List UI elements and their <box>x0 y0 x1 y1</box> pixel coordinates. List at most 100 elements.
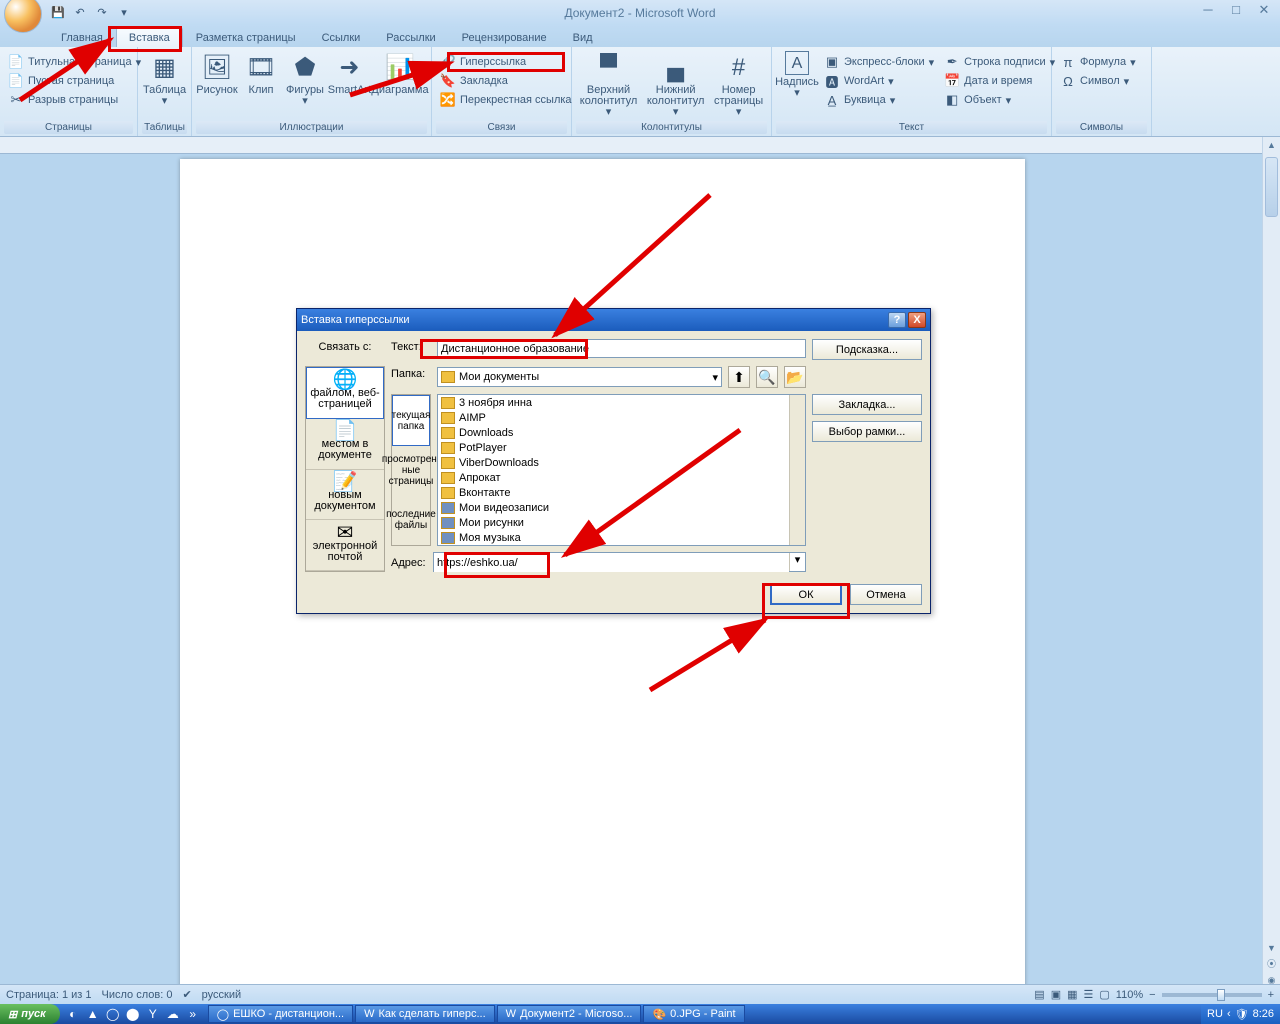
cover-page-button[interactable]: 📄Титульная страница ▾ <box>4 53 145 71</box>
scroll-thumb[interactable] <box>1265 157 1278 217</box>
list-item[interactable]: Мои рисунки <box>438 515 805 530</box>
view-outline-icon[interactable]: ☰ <box>1084 988 1094 1001</box>
display-text-input[interactable] <box>437 339 806 358</box>
file-list[interactable]: 3 ноября инна AIMP Downloads PotPlayer V… <box>437 394 806 546</box>
clip-button[interactable]: 🎞Клип <box>240 49 282 98</box>
cancel-button[interactable]: Отмена <box>850 584 922 605</box>
ql-icon[interactable]: ⬤ <box>124 1006 142 1022</box>
table-button[interactable]: ▦Таблица▾ <box>142 49 187 109</box>
list-item[interactable]: ViberDownloads <box>438 455 805 470</box>
view-fullscreen-icon[interactable]: ▣ <box>1051 988 1061 1001</box>
scroll-up-icon[interactable]: ▲ <box>1263 137 1280 153</box>
minimize-button[interactable]: ─ <box>1198 2 1218 18</box>
list-item[interactable]: AIMP <box>438 410 805 425</box>
zoom-in-button[interactable]: + <box>1268 989 1274 1001</box>
ql-icon[interactable]: ☁ <box>164 1006 182 1022</box>
smartart-button[interactable]: ➜SmartArt <box>328 49 371 98</box>
tab-mailings[interactable]: Рассылки <box>373 27 448 47</box>
tab-page-layout[interactable]: Разметка страницы <box>183 27 309 47</box>
maximize-button[interactable]: □ <box>1226 2 1246 18</box>
zoom-slider[interactable] <box>1162 993 1262 997</box>
tray-icon[interactable]: ‹ <box>1227 1008 1231 1020</box>
list-item[interactable]: PotPlayer <box>438 440 805 455</box>
crossref-button[interactable]: 🔀Перекрестная ссылка <box>436 91 576 109</box>
list-item[interactable]: Апрокат <box>438 470 805 485</box>
browse-current-folder[interactable]: текущая папка <box>392 395 430 446</box>
folder-combobox[interactable]: Мои документы▾ <box>437 367 722 387</box>
textbox-button[interactable]: AНадпись▾ <box>776 49 818 101</box>
dialog-help-button[interactable]: ? <box>888 312 906 328</box>
list-item[interactable]: Вконтакте <box>438 485 805 500</box>
signature-line-button[interactable]: ✒Строка подписи ▾ <box>940 53 1059 71</box>
shapes-button[interactable]: ⬟Фигуры▾ <box>284 49 326 109</box>
object-button[interactable]: ◧Объект ▾ <box>940 91 1059 109</box>
zoom-thumb[interactable] <box>1217 989 1225 1001</box>
footer-button[interactable]: ▄Нижний колонтитул▾ <box>643 49 708 120</box>
up-folder-button[interactable]: ⬆ <box>728 366 750 388</box>
tab-insert[interactable]: Вставка <box>116 27 183 47</box>
ql-icon[interactable]: Y <box>144 1006 162 1022</box>
file-list-scrollbar[interactable] <box>789 395 805 545</box>
date-time-button[interactable]: 📅Дата и время <box>940 72 1059 90</box>
spell-icon[interactable]: ✔ <box>182 988 191 1001</box>
dropcap-button[interactable]: A̲Буквица ▾ <box>820 91 938 109</box>
dialog-close-button[interactable]: X <box>908 312 926 328</box>
link-type-place[interactable]: 📄местом в документе <box>306 419 384 470</box>
tray-icon[interactable]: 🛡 <box>1235 1008 1249 1021</box>
picture-button[interactable]: 🖼Рисунок <box>196 49 238 98</box>
page-break-button[interactable]: ✂Разрыв страницы <box>4 91 145 109</box>
browse-viewed-pages[interactable]: просмотрен-ные страницы <box>392 446 430 495</box>
clock[interactable]: 8:26 <box>1253 1008 1274 1020</box>
view-draft-icon[interactable]: ▢ <box>1099 988 1109 1001</box>
task-button[interactable]: WДокумент2 - Microso... <box>497 1005 642 1023</box>
dialog-titlebar[interactable]: Вставка гиперссылки ? X <box>297 309 930 331</box>
zoom-level[interactable]: 110% <box>1116 989 1143 1001</box>
browse-recent-files[interactable]: последние файлы <box>392 496 430 545</box>
ql-icon[interactable]: ▲ <box>84 1006 102 1022</box>
tab-view[interactable]: Вид <box>560 27 606 47</box>
link-type-email[interactable]: ✉электронной почтой <box>306 520 384 571</box>
tab-references[interactable]: Ссылки <box>309 27 374 47</box>
ql-icon[interactable]: ◯ <box>104 1006 122 1022</box>
zoom-out-button[interactable]: − <box>1149 989 1155 1001</box>
bookmark-dialog-button[interactable]: Закладка... <box>812 394 922 415</box>
browse-web-button[interactable]: 🔍 <box>756 366 778 388</box>
ql-icon[interactable]: » <box>184 1006 202 1022</box>
browse-file-button[interactable]: 📂 <box>784 366 806 388</box>
view-print-icon[interactable]: ▤ <box>1034 988 1044 1001</box>
ok-button[interactable]: ОК <box>770 584 842 605</box>
scroll-down-icon[interactable]: ▼ <box>1263 940 1280 956</box>
list-item[interactable]: Downloads <box>438 425 805 440</box>
ruler[interactable] <box>0 137 1262 154</box>
word-count[interactable]: Число слов: 0 <box>102 989 173 1001</box>
frame-select-button[interactable]: Выбор рамки... <box>812 421 922 442</box>
tab-review[interactable]: Рецензирование <box>449 27 560 47</box>
hint-button[interactable]: Подсказка... <box>812 339 922 360</box>
page-status[interactable]: Страница: 1 из 1 <box>6 989 92 1001</box>
view-web-icon[interactable]: ▦ <box>1067 988 1077 1001</box>
address-dropdown-icon[interactable]: ▾ <box>789 553 805 571</box>
blank-page-button[interactable]: 📄Пустая страница <box>4 72 145 90</box>
start-button[interactable]: ⊞пуск <box>0 1004 60 1024</box>
express-blocks-button[interactable]: ▣Экспресс-блоки ▾ <box>820 53 938 71</box>
formula-button[interactable]: πФормула ▾ <box>1056 53 1140 71</box>
tab-home[interactable]: Главная <box>48 27 116 47</box>
wordart-button[interactable]: 🅰WordArt ▾ <box>820 72 938 90</box>
list-item[interactable]: Моя музыка <box>438 530 805 545</box>
link-type-file-web[interactable]: 🌐файлом, веб-страницей <box>306 367 384 419</box>
vertical-scrollbar[interactable]: ▲ ▼ ⦿ ◉ ⦿ <box>1262 137 1280 1004</box>
language-indicator[interactable]: RU <box>1207 1008 1223 1020</box>
hyperlink-button[interactable]: 🔗Гиперссылка <box>436 53 576 71</box>
page-number-button[interactable]: #Номер страницы▾ <box>710 49 767 120</box>
chart-button[interactable]: 📊Диаграмма <box>373 49 427 98</box>
task-button[interactable]: ◯ЕШКО - дистанцион... <box>208 1005 353 1023</box>
prev-page-icon[interactable]: ⦿ <box>1263 956 1280 972</box>
address-input[interactable] <box>434 553 789 572</box>
list-item[interactable]: 3 ноября инна <box>438 395 805 410</box>
task-button[interactable]: WКак сделать гиперс... <box>355 1005 495 1023</box>
language-status[interactable]: русский <box>202 989 241 1001</box>
ql-icon[interactable]: ◐ <box>64 1006 82 1022</box>
bookmark-button[interactable]: 🔖Закладка <box>436 72 576 90</box>
close-button[interactable]: ✕ <box>1254 2 1274 18</box>
symbol-button[interactable]: ΩСимвол ▾ <box>1056 72 1140 90</box>
